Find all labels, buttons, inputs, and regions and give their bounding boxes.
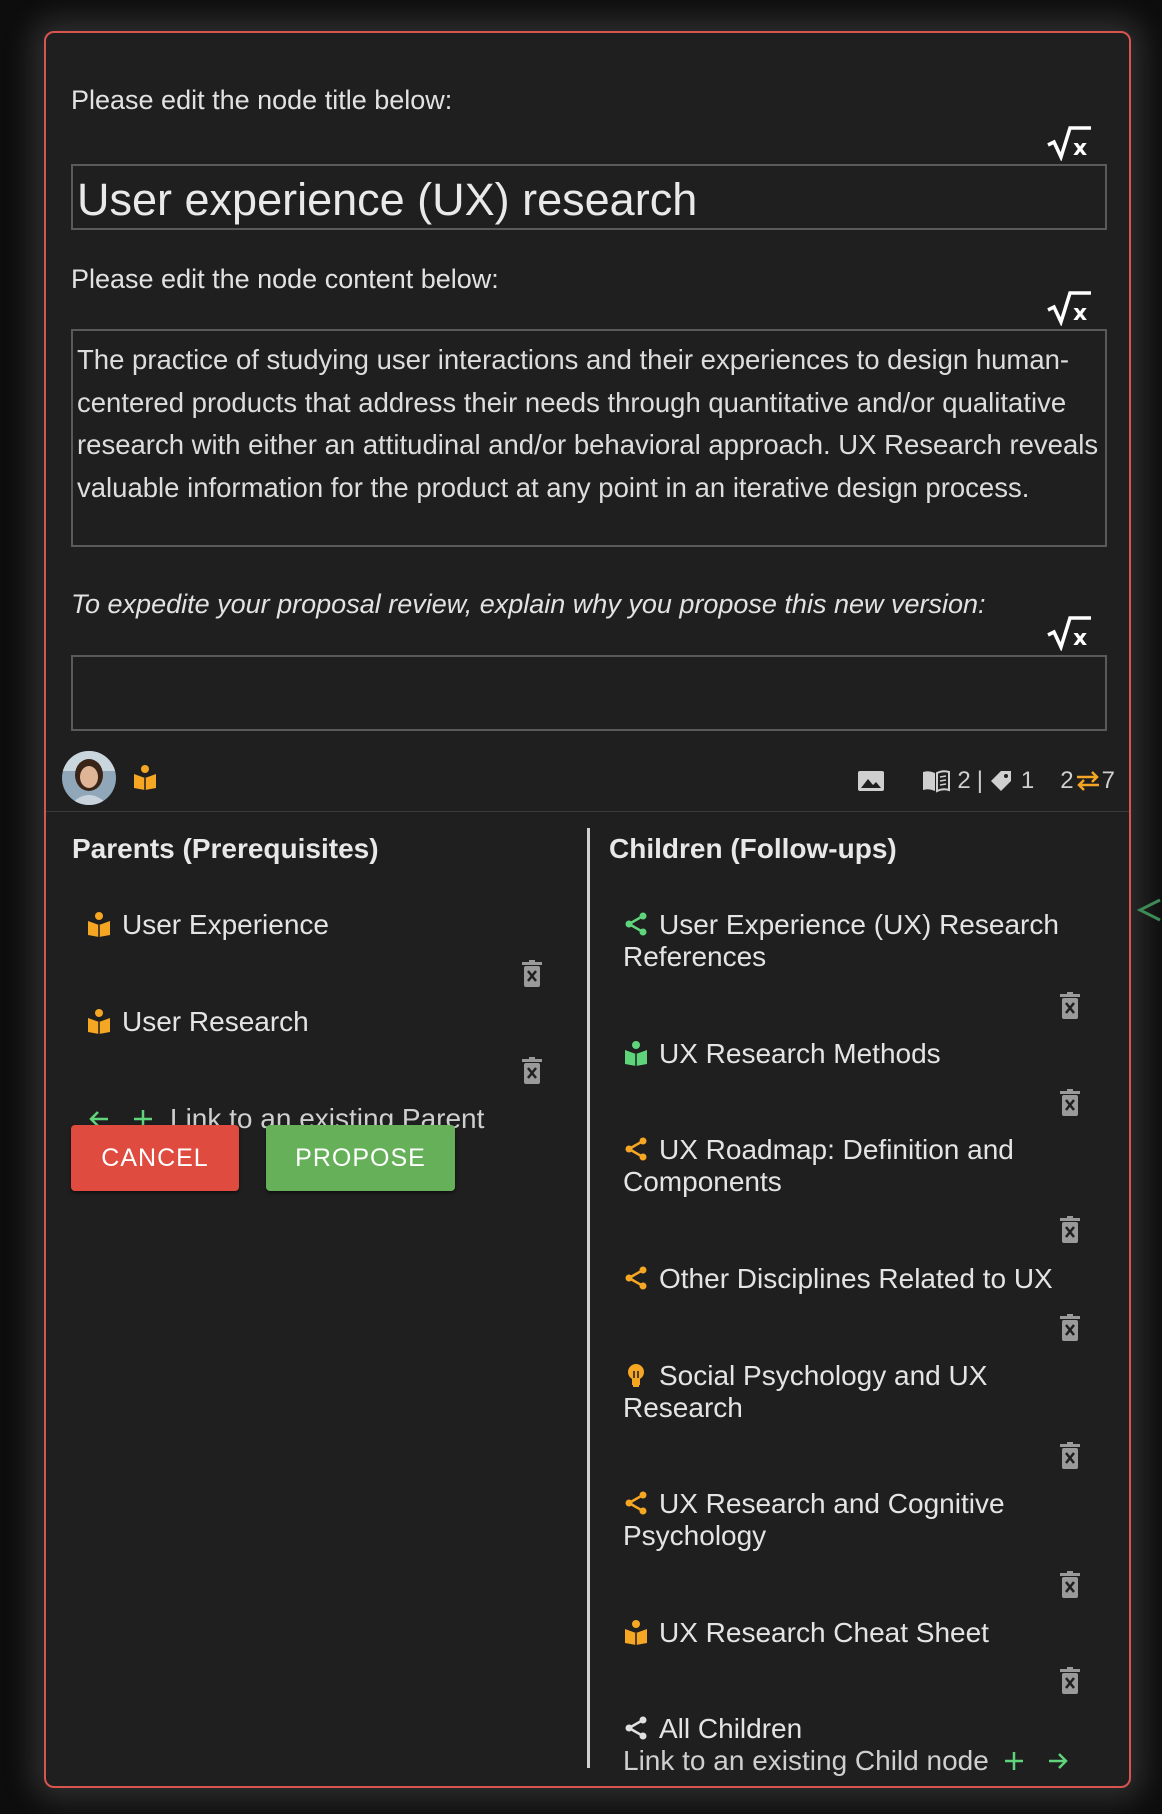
parent-item[interactable]: User Research [86,1006,309,1038]
child-item[interactable]: UX Research and Cognitive Psychology [623,1488,1103,1552]
delete-icon[interactable] [1059,1667,1081,1695]
all-children-label: All Children [659,1713,803,1744]
child-item-label: Other Disciplines Related to UX [659,1263,1053,1294]
book-open-icon [625,1620,647,1645]
all-children-link[interactable]: All Children [623,1713,802,1745]
delete-icon[interactable] [1059,1571,1081,1599]
child-item-label: UX Research Methods [659,1038,941,1069]
link-child-label: Link to an existing Child node [623,1745,989,1776]
delete-icon[interactable] [1059,992,1081,1020]
content-prompt-label: Please edit the node content below: [71,264,499,294]
book-open-icon [88,1009,110,1034]
node-title-input[interactable]: User experience (UX) research [71,164,1107,230]
references-count: 2 [957,767,971,794]
child-item-label: UX Roadmap: Definition and Components [623,1134,1014,1197]
parent-item-label: User Experience [122,909,329,940]
link-child-row[interactable]: Link to an existing Child node [623,1745,1069,1777]
delete-icon[interactable] [1059,1314,1081,1342]
node-meta-row: 2 | 1 2 7 [46,742,1129,812]
parent-item-label: User Research [122,1006,309,1037]
propose-button[interactable]: PROPOSE [266,1125,455,1191]
child-item[interactable]: Other Disciplines Related to UX [623,1263,1103,1295]
meta-separator: | [976,767,983,794]
swap-arrows-icon [1076,771,1099,791]
child-item[interactable]: UX Research Cheat Sheet [623,1617,1103,1649]
delete-icon[interactable] [1059,1216,1081,1244]
parents-heading: Parents (Prerequisites) [72,833,379,864]
child-item[interactable]: UX Roadmap: Definition and Components [623,1134,1103,1198]
node-content-textarea[interactable]: The practice of studying user interactio… [71,329,1107,547]
avatar[interactable] [62,751,116,805]
svg-text:x: x [1073,301,1087,326]
delete-icon[interactable] [1059,1442,1081,1470]
cancel-button[interactable]: CANCEL [71,1125,239,1191]
delete-icon[interactable] [1059,1089,1081,1117]
proposal-card: Please edit the node title below: x User… [44,31,1131,1788]
delete-icon[interactable] [521,1057,543,1085]
math-editor-icon[interactable]: x [1046,290,1092,326]
share-icon [625,1491,647,1515]
book-open-icon [625,1041,647,1066]
meta-stats: 2 | 1 2 7 [857,766,1115,796]
chevron-left-icon[interactable] [1136,897,1162,923]
child-item-label: UX Research Cheat Sheet [659,1617,989,1648]
child-item-label: User Experience (UX) Research References [623,909,1059,972]
book-open-icon [88,912,110,937]
tag-icon[interactable] [989,769,1013,793]
child-item-label: Social Psychology and UX Research [623,1360,988,1423]
svg-text:x: x [1073,136,1087,161]
math-editor-icon[interactable]: x [1046,125,1092,161]
share-icon [625,1716,647,1740]
share-icon [625,912,647,936]
reason-prompt-label: To expedite your proposal review, explai… [71,589,986,619]
arrow-right-icon [1048,1753,1068,1769]
tags-count: 1 [1020,767,1035,794]
parent-item[interactable]: User Experience [86,909,329,941]
parents-count: 2 [1060,767,1074,794]
child-item[interactable]: UX Research Methods [623,1038,1103,1070]
child-item[interactable]: Social Psychology and UX Research [623,1360,1103,1424]
book-open-icon [134,765,156,790]
share-icon [625,1137,647,1161]
title-prompt-label: Please edit the node title below: [71,85,453,115]
children-count: 7 [1101,767,1115,794]
column-divider [587,828,590,1768]
delete-icon[interactable] [521,960,543,988]
svg-text:x: x [1073,626,1087,651]
references-icon[interactable] [921,769,951,793]
lightbulb-icon [628,1364,644,1387]
children-heading: Children (Follow-ups) [609,833,897,864]
plus-icon [1004,1752,1023,1770]
child-item-label: UX Research and Cognitive Psychology [623,1488,1005,1551]
reason-textarea[interactable] [71,655,1107,731]
share-icon [625,1266,647,1290]
math-editor-icon[interactable]: x [1046,615,1092,651]
child-item[interactable]: User Experience (UX) Research References [623,909,1103,973]
image-icon[interactable] [857,770,885,792]
